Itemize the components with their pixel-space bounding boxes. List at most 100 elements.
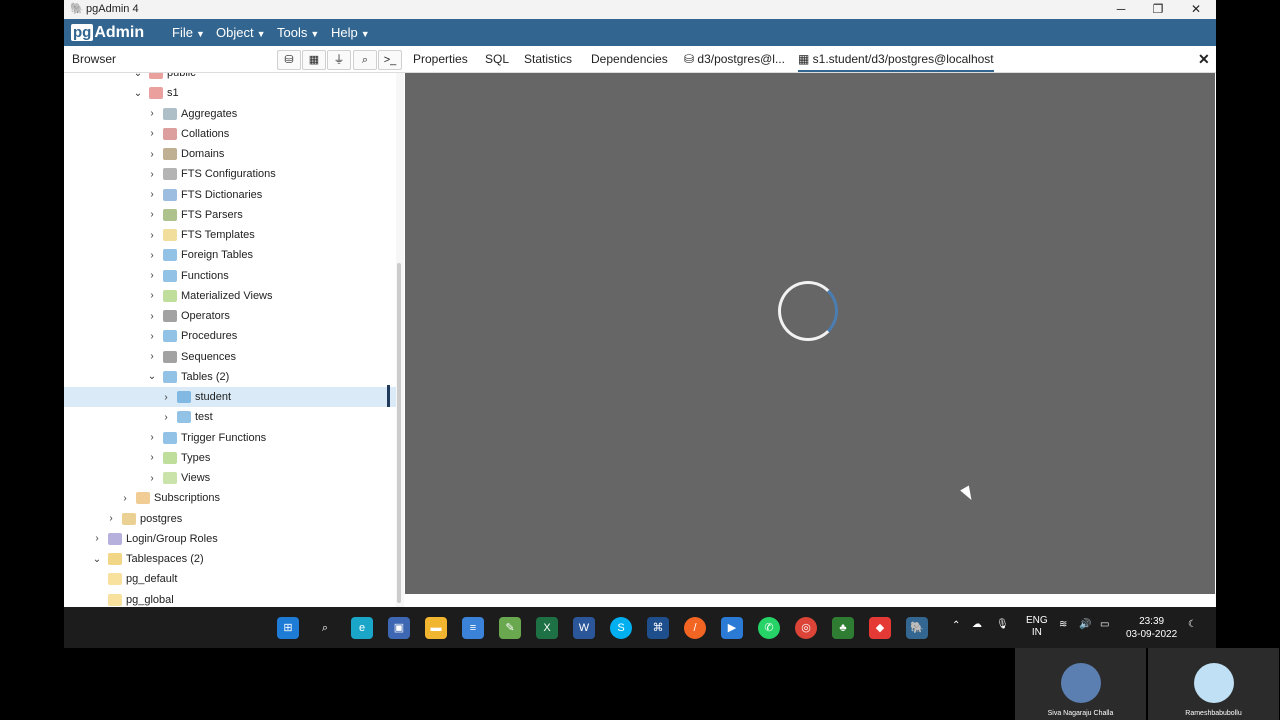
language-indicator[interactable]: ENG IN <box>1026 615 1048 639</box>
start-icon[interactable]: ⊞ <box>277 617 299 639</box>
chevron-down-icon[interactable]: ⌄ <box>91 554 103 565</box>
tree-item-fts-configurations[interactable]: › FTS Configurations <box>146 164 276 184</box>
edge-icon[interactable]: e <box>351 617 373 639</box>
tree-item-public[interactable]: ⌄ public <box>132 73 196 83</box>
chevron-right-icon[interactable]: › <box>91 533 103 544</box>
tree-item-s1[interactable]: ⌄ s1 <box>132 83 179 103</box>
tree-item-collations[interactable]: › Collations <box>146 124 229 144</box>
chevron-right-icon[interactable]: › <box>146 189 158 200</box>
store-icon[interactable]: ▣ <box>388 617 410 639</box>
clock[interactable]: 23:39 03-09-2022 <box>1126 615 1177 641</box>
chevron-right-icon[interactable]: › <box>146 128 158 139</box>
tab-properties[interactable]: Properties <box>413 52 468 66</box>
app-icon[interactable]: / <box>684 617 706 639</box>
anydesk-icon[interactable]: ◆ <box>869 617 891 639</box>
chevron-down-icon[interactable]: ⌄ <box>146 371 158 382</box>
focus-moon-icon[interactable]: ☾ <box>1188 619 1197 630</box>
editor-icon[interactable]: ✎ <box>499 617 521 639</box>
tree-item-aggregates[interactable]: › Aggregates <box>146 104 237 124</box>
tree-scrollbar[interactable] <box>396 73 404 607</box>
chevron-right-icon[interactable]: › <box>146 290 158 301</box>
tree-item-procedures[interactable]: › Procedures <box>146 326 237 346</box>
tree-item-materialized-views[interactable]: › Materialized Views <box>146 286 273 306</box>
tree-item-test[interactable]: › test <box>160 407 213 427</box>
chevron-right-icon[interactable]: › <box>160 392 172 403</box>
search-icon[interactable]: ⌕ <box>353 50 377 70</box>
chevron-right-icon[interactable]: › <box>146 209 158 220</box>
terminal-icon[interactable]: >_ <box>378 50 402 70</box>
tree-item-fts-parsers[interactable]: › FTS Parsers <box>146 205 243 225</box>
chevron-right-icon[interactable]: › <box>119 493 131 504</box>
search-icon[interactable]: ⌕ <box>314 617 336 639</box>
chevron-right-icon[interactable]: › <box>146 311 158 322</box>
tree-item-domains[interactable]: › Domains <box>146 144 224 164</box>
pgadmin-taskbar-icon[interactable]: 🐘 <box>906 617 928 639</box>
tree-item-postgres[interactable]: › postgres <box>105 509 182 529</box>
menu-object[interactable]: Object ▼ <box>216 25 266 40</box>
chevron-right-icon[interactable]: › <box>105 513 117 524</box>
notepad-icon[interactable]: ≡ <box>462 617 484 639</box>
close-window-button[interactable]: ✕ <box>1177 0 1215 19</box>
battery-icon[interactable]: ▭ <box>1100 619 1109 630</box>
menu-tools[interactable]: Tools ▼ <box>277 25 319 40</box>
tree-item-trigger-functions[interactable]: › Trigger Functions <box>146 428 266 448</box>
chevron-right-icon[interactable]: › <box>160 412 172 423</box>
tree-item-operators[interactable]: › Operators <box>146 306 230 326</box>
microphone-icon[interactable]: 🎙 <box>996 619 1009 630</box>
chevron-right-icon[interactable]: › <box>146 452 158 463</box>
tab-dependencies[interactable]: Dependencies <box>591 52 668 66</box>
chevron-right-icon[interactable]: › <box>146 432 158 443</box>
menu-help[interactable]: Help ▼ <box>331 25 370 40</box>
close-tab-icon[interactable]: ✕ <box>1198 51 1210 68</box>
database-icon[interactable]: ⛁ <box>277 50 301 70</box>
tree-item-types[interactable]: › Types <box>146 448 210 468</box>
tab-statistics[interactable]: Statistics <box>524 52 572 66</box>
chrome-icon[interactable]: ◎ <box>795 617 817 639</box>
wifi-icon[interactable]: ≋ <box>1059 619 1067 630</box>
tree-item-pg-default[interactable]: pg_default <box>91 569 177 589</box>
tree-app-icon[interactable]: ♣ <box>832 617 854 639</box>
chevron-up-icon[interactable]: ⌃ <box>952 620 960 631</box>
tree-item-subscriptions[interactable]: › Subscriptions <box>119 488 220 508</box>
menu-file[interactable]: File ▼ <box>172 25 205 40</box>
tree-item-tables-2[interactable]: ⌄ Tables (2) <box>146 367 229 387</box>
chevron-down-icon[interactable]: ⌄ <box>132 88 144 99</box>
chevron-right-icon[interactable]: › <box>146 169 158 180</box>
skype-icon[interactable]: S <box>610 617 632 639</box>
tree-item-fts-dictionaries[interactable]: › FTS Dictionaries <box>146 185 262 205</box>
tree-item-functions[interactable]: › Functions <box>146 266 229 286</box>
maximize-button[interactable]: ❐ <box>1139 0 1177 19</box>
word-icon[interactable]: W <box>573 617 595 639</box>
chevron-right-icon[interactable]: › <box>146 250 158 261</box>
table-icon[interactable]: ▦ <box>302 50 326 70</box>
excel-icon[interactable]: X <box>536 617 558 639</box>
onedrive-icon[interactable]: ☁ <box>972 619 982 630</box>
tree-item-views[interactable]: › Views <box>146 468 210 488</box>
filter-icon[interactable]: ⏚ <box>327 50 351 70</box>
chevron-right-icon[interactable]: › <box>146 149 158 160</box>
volume-icon[interactable]: 🔊 <box>1079 619 1091 630</box>
tree-item-student[interactable]: › student <box>64 387 396 407</box>
tree-item-login-group-roles[interactable]: › Login/Group Roles <box>91 529 218 549</box>
tree-item-foreign-tables[interactable]: › Foreign Tables <box>146 245 253 265</box>
vscode-icon[interactable]: ⌘ <box>647 617 669 639</box>
minimize-button[interactable]: ─ <box>1102 0 1140 19</box>
media-icon[interactable]: ▶ <box>721 617 743 639</box>
tree-item-fts-templates[interactable]: › FTS Templates <box>146 225 255 245</box>
tab-sql[interactable]: SQL <box>485 52 509 66</box>
chevron-right-icon[interactable]: › <box>146 270 158 281</box>
chevron-right-icon[interactable]: › <box>146 473 158 484</box>
tree-scrollbar-thumb[interactable] <box>397 263 401 603</box>
chevron-right-icon[interactable]: › <box>146 331 158 342</box>
tab-s1-student[interactable]: ▦ s1.student/d3/postgres@localhost <box>798 52 994 72</box>
tree-item-pg-global[interactable]: pg_global <box>91 590 174 608</box>
tab-query-d3-postgres[interactable]: ⛁ d3/postgres@l... <box>684 52 785 66</box>
chevron-right-icon[interactable]: › <box>146 351 158 362</box>
whatsapp-icon[interactable]: ✆ <box>758 617 780 639</box>
chevron-right-icon[interactable]: › <box>146 108 158 119</box>
file-explorer-icon[interactable]: ▬ <box>425 617 447 639</box>
tree-item-tablespaces-2[interactable]: ⌄ Tablespaces (2) <box>91 549 204 569</box>
tree-item-sequences[interactable]: › Sequences <box>146 347 236 367</box>
chevron-down-icon[interactable]: ⌄ <box>132 73 144 79</box>
chevron-right-icon[interactable]: › <box>146 230 158 241</box>
